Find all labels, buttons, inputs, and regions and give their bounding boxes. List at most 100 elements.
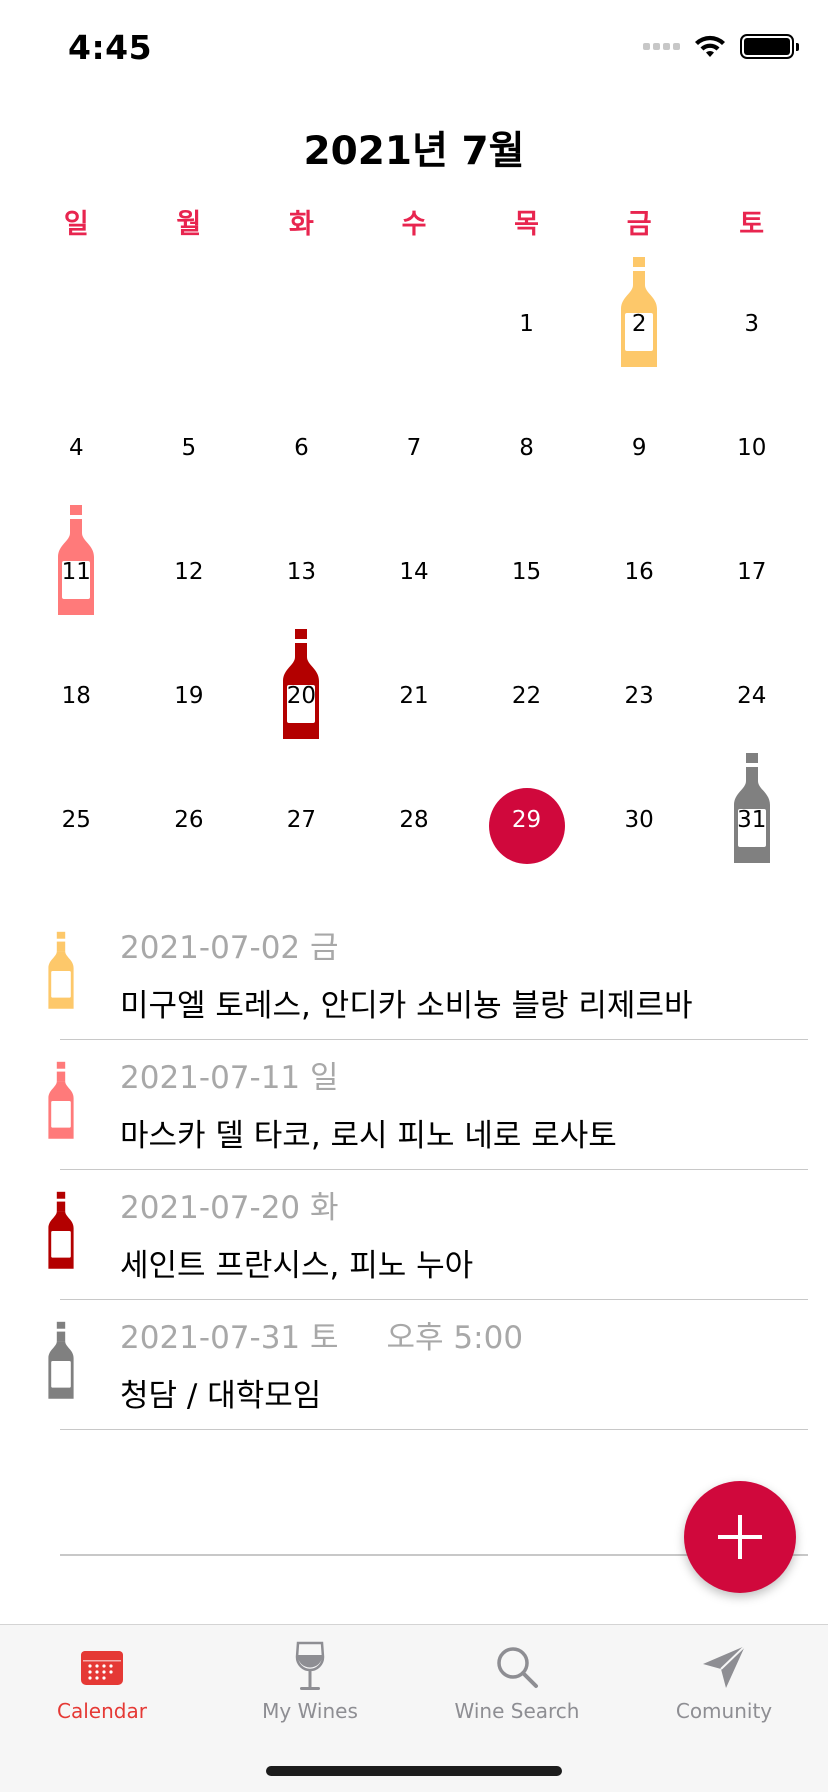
day-number: 23 xyxy=(624,683,654,709)
search-icon xyxy=(497,1647,538,1688)
weekday-label: 화 xyxy=(289,209,314,240)
day-number: 10 xyxy=(737,435,767,461)
day-cell[interactable]: 15 xyxy=(470,505,583,629)
day-cell[interactable]: 16 xyxy=(583,505,696,629)
day-number: 26 xyxy=(174,807,204,833)
day-number: 14 xyxy=(399,559,429,585)
status-time: 4:45 xyxy=(68,28,153,67)
day-cell[interactable]: 1 xyxy=(470,257,583,381)
weekday-label: 목 xyxy=(514,209,539,240)
weekday-label: 수 xyxy=(401,209,427,240)
day-cell[interactable]: 28 xyxy=(358,753,471,877)
day-number: 1 xyxy=(519,311,534,337)
day-number: 22 xyxy=(511,683,542,709)
day-number: 25 xyxy=(61,807,91,833)
day-number: 21 xyxy=(399,683,429,709)
day-number: 20 xyxy=(286,683,317,709)
day-number: 15 xyxy=(511,559,542,585)
entry-date: 2021-07-11 일 xyxy=(120,1052,339,1097)
day-cell[interactable]: 18 xyxy=(20,629,133,753)
list-item[interactable]: 2021-07-20 화 세인트 프란시스, 피노 누아 xyxy=(0,1170,828,1300)
day-cell[interactable]: 30 xyxy=(583,753,696,877)
day-number: 16 xyxy=(624,559,654,585)
entry-date: 2021-07-02 금 xyxy=(120,922,339,967)
weekday-label: 일 xyxy=(63,209,89,240)
cellular-signal-icon xyxy=(643,43,680,50)
day-cell[interactable]: 8 xyxy=(470,381,583,505)
tab-label: Comunity xyxy=(675,1699,773,1723)
day-cell[interactable]: 3 xyxy=(695,257,808,381)
wine-bottle-icon xyxy=(48,1191,74,1269)
empty-day-cell xyxy=(133,257,246,381)
day-number: 24 xyxy=(737,683,767,709)
day-number: 12 xyxy=(174,559,204,585)
day-number: 7 xyxy=(406,435,422,461)
day-number: 27 xyxy=(286,807,317,833)
day-cell[interactable]: 25 xyxy=(20,753,133,877)
day-number: 13 xyxy=(286,559,317,585)
day-cell[interactable]: 26 xyxy=(133,753,246,877)
day-cell[interactable]: 2 xyxy=(583,257,696,381)
day-cell[interactable]: 14 xyxy=(358,505,471,629)
day-number: 2 xyxy=(631,311,647,337)
list-item[interactable]: 2021-07-11 일 마스카 델 타코, 로시 피노 네로 로사토 xyxy=(0,1040,828,1170)
empty-day-cell xyxy=(245,257,358,381)
day-cell[interactable]: 17 xyxy=(695,505,808,629)
status-icons xyxy=(643,34,799,59)
plus-icon xyxy=(718,1515,762,1559)
day-cell[interactable]: 12 xyxy=(133,505,246,629)
add-entry-button[interactable] xyxy=(684,1481,796,1593)
calendar-icon xyxy=(81,1651,123,1685)
day-cell[interactable]: 20 xyxy=(245,629,358,753)
day-number: 5 xyxy=(181,435,197,461)
wine-glass-icon xyxy=(295,1641,325,1690)
tab-label: Wine Search xyxy=(454,1699,580,1723)
tab-my-wines[interactable]: My Wines xyxy=(220,1641,400,1723)
entry-bottle xyxy=(47,1190,75,1272)
entry-date: 2021-07-20 화 xyxy=(120,1182,339,1227)
day-number: 30 xyxy=(624,807,654,833)
list-item[interactable]: 2021-07-31 토 오후 5:00 청담 / 대학모임 xyxy=(0,1300,828,1430)
day-cell[interactable]: 10 xyxy=(695,381,808,505)
day-cell[interactable]: 5 xyxy=(133,381,246,505)
day-cell[interactable]: 24 xyxy=(695,629,808,753)
day-cell[interactable]: 22 xyxy=(470,629,583,753)
entry-bottle xyxy=(47,930,75,1012)
calendar-grid: 1 2 3 4 5 6 7 8 9 10 11 12 13 14 15 16 17 18 19 20 21 22 23 24 2… xyxy=(20,257,808,877)
day-number: 8 xyxy=(519,435,534,461)
empty-day-cell xyxy=(358,257,471,381)
entry-date-text: 2021-07-02 금 xyxy=(120,930,339,966)
day-cell[interactable]: 23 xyxy=(583,629,696,753)
wifi-icon xyxy=(695,35,725,57)
empty-day-cell xyxy=(20,257,133,381)
day-cell[interactable]: 29 xyxy=(470,753,583,877)
battery-icon xyxy=(740,34,799,59)
wine-bottle-icon xyxy=(48,931,74,1009)
day-cell[interactable]: 7 xyxy=(358,381,471,505)
day-number: 18 xyxy=(61,683,91,709)
entry-date-text: 2021-07-20 화 xyxy=(120,1190,339,1226)
day-number: 4 xyxy=(68,435,84,461)
day-cell[interactable]: 31 xyxy=(695,753,808,877)
send-icon xyxy=(703,1645,746,1688)
entry-bottle xyxy=(47,1060,75,1142)
day-cell[interactable]: 21 xyxy=(358,629,471,753)
day-cell[interactable]: 4 xyxy=(20,381,133,505)
day-number: 9 xyxy=(631,435,647,461)
tab-wine-search[interactable]: Wine Search xyxy=(427,1641,607,1723)
day-cell[interactable]: 6 xyxy=(245,381,358,505)
day-number: 31 xyxy=(737,807,767,833)
weekday-label: 월 xyxy=(176,209,202,240)
entry-title: 청담 / 대학모임 xyxy=(120,1378,322,1414)
day-cell[interactable]: 27 xyxy=(245,753,358,877)
tab-comunity[interactable]: Comunity xyxy=(634,1641,814,1723)
entry-list: 2021-07-02 금 미구엘 토레스, 안디카 소비뇽 블랑 리제르바 2021… xyxy=(0,910,828,1430)
entry-time: 오후 5:00 xyxy=(386,1320,524,1356)
day-cell[interactable]: 11 xyxy=(20,505,133,629)
day-cell[interactable]: 13 xyxy=(245,505,358,629)
tab-calendar[interactable]: Calendar xyxy=(12,1641,192,1723)
list-item[interactable]: 2021-07-02 금 미구엘 토레스, 안디카 소비뇽 블랑 리제르바 xyxy=(0,910,828,1040)
day-number: 29 xyxy=(511,807,542,833)
day-cell[interactable]: 9 xyxy=(583,381,696,505)
day-cell[interactable]: 19 xyxy=(133,629,246,753)
